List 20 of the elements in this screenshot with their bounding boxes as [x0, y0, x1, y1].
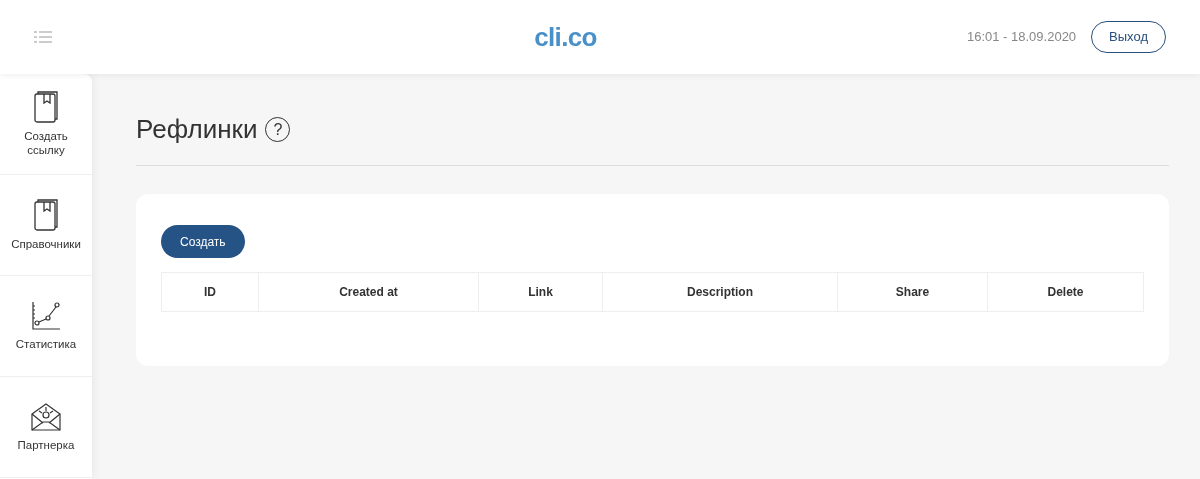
- column-header: Delete: [987, 273, 1143, 311]
- sidebar-item[interactable]: Создать ссылку: [0, 74, 92, 175]
- menu-icon: [34, 31, 52, 43]
- logo: cli.co: [534, 20, 597, 54]
- line-chart-icon: [31, 301, 61, 331]
- column-header: Description: [602, 273, 837, 311]
- column-header: Share: [837, 273, 987, 311]
- date-time: 16:01 - 18.09.2020: [966, 28, 1077, 47]
- sidebar-item[interactable]: Справочники: [0, 175, 92, 276]
- sidebar-item[interactable]: Статистика: [0, 276, 92, 377]
- column-header: Created at: [258, 273, 478, 311]
- column-header: Link: [478, 273, 602, 311]
- column-header: ID: [203, 284, 217, 301]
- sidebar-item[interactable]: Партнерка: [0, 377, 92, 478]
- menu-button[interactable]: [34, 30, 54, 44]
- envelope-icon: [30, 402, 62, 432]
- book-icon: [34, 91, 58, 123]
- create-button[interactable]: Создать: [161, 225, 245, 258]
- page-title: Рефлинки: [136, 113, 258, 146]
- book-icon: [34, 199, 58, 231]
